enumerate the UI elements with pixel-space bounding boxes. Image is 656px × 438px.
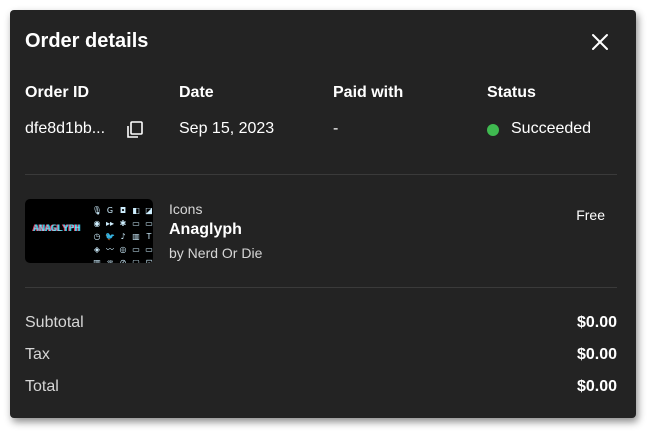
dialog-title: Order details	[25, 30, 149, 52]
thumbnail-glyph-icon: ⊘	[119, 257, 127, 264]
item-category: Icons	[169, 201, 203, 217]
thumbnail-glyph-icon: ▥	[93, 257, 101, 264]
status-header: Status	[487, 84, 536, 101]
thumbnail-glyph-icon: ▭	[145, 244, 153, 254]
thumbnail-glyph-icon: T	[146, 231, 152, 241]
thumbnail-glyph-icon: 🎙	[91, 205, 103, 215]
thumbnail-icon-grid: 🎙 G ◘ ◧ ◪ ◉ ▸▸ ✱ ▭ ▭ ◷ 🐦 ♪ ▥ T ◈ 〰 ◎ ▭ ▭ ▥ ♒ ⊘ ▢ ⊡	[91, 204, 153, 264]
thumbnail-glyph-icon: ◪	[145, 205, 153, 215]
thumbnail-glyph-icon: ◧	[132, 205, 140, 215]
paid-with-value: -	[333, 120, 339, 137]
tax-value: $0.00	[576, 346, 617, 363]
thumbnail-glyph-icon: ▥	[132, 231, 140, 241]
thumbnail-glyph-icon: ◈	[93, 244, 101, 254]
total-value: $0.00	[576, 378, 617, 395]
thumbnail-glyph-icon: ▸▸	[105, 218, 115, 228]
thumbnail-glyph-icon: ◘	[119, 205, 127, 215]
thumbnail-glyph-icon: ▢	[132, 257, 140, 264]
order-id-header: Order ID	[25, 84, 90, 101]
order-id-value: dfe8d1bb...	[25, 120, 106, 137]
thumbnail-glyph-icon: ♒	[106, 257, 114, 264]
date-header: Date	[179, 84, 214, 101]
thumbnail-glyph-icon: ▭	[145, 218, 153, 228]
thumbnail-logo-text: ANAGLYPH	[33, 224, 81, 234]
divider	[25, 174, 617, 175]
thumbnail-glyph-icon: 〰	[106, 244, 114, 254]
copy-order-id-button[interactable]	[125, 120, 145, 140]
close-icon	[592, 34, 608, 50]
subtotal-value: $0.00	[576, 314, 617, 331]
thumbnail-glyph-icon: ♪	[120, 231, 126, 241]
thumbnail-glyph-icon: ✱	[119, 218, 127, 228]
divider	[25, 287, 617, 288]
item-thumbnail: ANAGLYPH 🎙 G ◘ ◧ ◪ ◉ ▸▸ ✱ ▭ ▭ ◷ 🐦 ♪ ▥ T ◈ 〰 ◎ ▭ ▭ ▥ ♒ ⊘ ▢ ⊡	[25, 199, 153, 263]
thumbnail-glyph-icon: ◎	[119, 244, 127, 254]
tax-label: Tax	[25, 346, 50, 363]
copy-icon	[127, 121, 143, 138]
thumbnail-glyph-icon: ⊡	[145, 257, 153, 264]
date-value: Sep 15, 2023	[179, 120, 275, 137]
thumbnail-glyph-icon: ◉	[93, 218, 101, 228]
item-price: Free	[576, 207, 605, 223]
thumbnail-glyph-icon: ▭	[132, 244, 140, 254]
item-name: Anaglyph	[169, 221, 242, 238]
thumbnail-glyph-icon: 🐦	[105, 231, 115, 241]
subtotal-label: Subtotal	[25, 314, 84, 331]
item-author: by Nerd Or Die	[169, 245, 263, 261]
thumbnail-glyph-icon: G	[106, 205, 114, 215]
total-label: Total	[25, 378, 59, 395]
status-value: Succeeded	[511, 120, 592, 137]
thumbnail-glyph-icon: ▭	[132, 218, 140, 228]
status-indicator-dot	[487, 124, 499, 136]
close-button[interactable]	[588, 30, 612, 54]
paid-with-header: Paid with	[333, 84, 404, 101]
thumbnail-glyph-icon: ◷	[93, 231, 101, 241]
order-details-dialog: Order details Order ID Date Paid with St…	[10, 10, 636, 418]
